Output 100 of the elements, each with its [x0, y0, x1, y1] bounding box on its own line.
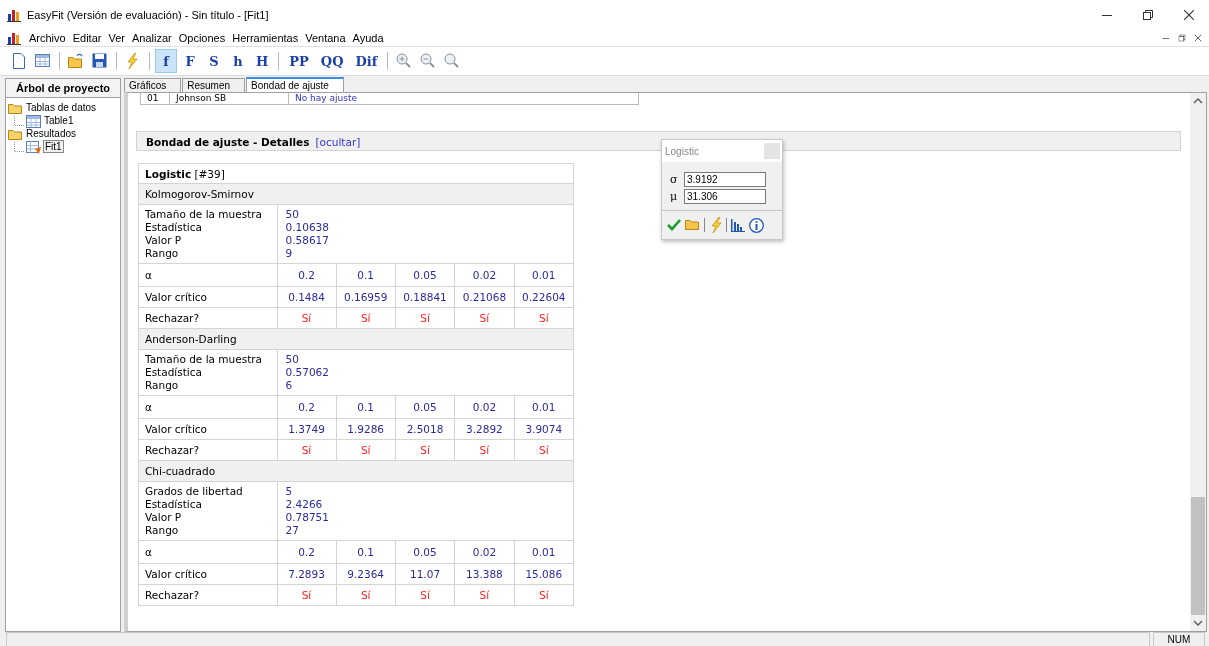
section-title: Bondad de ajuste - Detalles — [146, 136, 310, 148]
tab[interactable]: Bondad de ajuste — [246, 77, 344, 92]
hide-link[interactable]: [ocultar] — [315, 136, 361, 148]
table-cell: Sí — [514, 307, 574, 329]
tree-item[interactable]: Fit1 — [43, 140, 64, 153]
stat-value: 50 — [285, 353, 300, 366]
toolbar-button[interactable]: PP — [284, 49, 314, 73]
table-cell: 2.5018 — [395, 418, 455, 440]
menu-item[interactable]: Ventana — [305, 32, 346, 44]
stat-value: 9 — [285, 247, 294, 260]
table-cell: 9.2364 — [336, 563, 396, 585]
zoom-icon[interactable] — [444, 53, 461, 69]
stat-label: Valor P — [145, 511, 183, 524]
app-logo-icon — [7, 8, 21, 22]
table-cell: 0.05 — [395, 263, 455, 287]
toolbar-button[interactable]: H — [251, 49, 274, 73]
table-cell: 0.02 — [454, 263, 515, 287]
table-cell: 0.05 — [395, 395, 455, 419]
table-cell: 0.22604 — [514, 286, 574, 308]
close-icon[interactable] — [1183, 10, 1194, 20]
open-folder-icon[interactable] — [68, 53, 84, 69]
scroll-up-icon[interactable] — [1193, 97, 1203, 105]
table-cell: Valor crítico — [138, 563, 277, 585]
stat-value: 0.58617 — [285, 234, 330, 247]
dialog-title: Logistic — [665, 145, 699, 157]
table-cell: Sí — [336, 439, 396, 461]
folder-icon — [8, 127, 22, 140]
table-cell: α — [138, 395, 277, 419]
table-cell: Sí — [514, 584, 574, 606]
table-cell: 0.18841 — [395, 286, 455, 308]
toolbar-button[interactable]: f — [155, 49, 177, 73]
table-cell: 01 — [141, 93, 170, 104]
table-cell: 0.2 — [277, 263, 336, 287]
parameter-field[interactable]: 31.306 — [684, 189, 766, 204]
table-cell: Johnson SB — [170, 93, 289, 104]
menu-item[interactable]: Analizar — [131, 32, 172, 44]
stat-value: 50 — [285, 208, 300, 221]
table-cell: Sí — [277, 439, 336, 461]
stat-label: Rango — [145, 247, 180, 260]
zoom-out-icon[interactable] — [420, 53, 437, 69]
save-icon[interactable] — [92, 53, 108, 69]
table-cell: 0.1 — [336, 540, 396, 564]
menu-item[interactable]: Ayuda — [352, 32, 384, 44]
info-icon[interactable] — [749, 217, 764, 233]
table-cell: Valor crítico — [138, 286, 277, 308]
toolbar-button[interactable]: QQ — [315, 49, 349, 73]
sidebar-title: Árbol de proyecto — [6, 79, 120, 98]
table-cell: 0.02 — [454, 395, 515, 419]
folder-icon — [8, 101, 22, 114]
toolbar-button[interactable]: h — [227, 49, 249, 73]
stat-label: Estadística — [145, 498, 203, 511]
table-cell: Rechazar? — [138, 439, 277, 461]
menu-item[interactable]: Herramientas — [232, 32, 299, 44]
toolbar-button[interactable]: S — [203, 49, 225, 73]
tree-item[interactable]: Tablas de datos — [25, 102, 98, 113]
table-cell: Sí — [514, 439, 574, 461]
table-cell: 0.1 — [336, 263, 396, 287]
zoom-in-icon[interactable] — [396, 53, 413, 69]
table-cell: 1.3749 — [277, 418, 336, 440]
table-cell: Sí — [395, 307, 455, 329]
tab[interactable]: Resumen — [182, 78, 246, 92]
stat-value: 5 — [285, 485, 294, 498]
window-title: EasyFit (Versión de evaluación) - Sin título - [Fit1] — [27, 9, 269, 21]
table-cell: Rechazar? — [138, 307, 277, 329]
table-cell: Sí — [454, 307, 515, 329]
scrollbar[interactable] — [1190, 93, 1206, 631]
menu-item[interactable]: Editar — [72, 32, 102, 44]
stat-label: Estadística — [145, 221, 203, 234]
table-cell-text: No hay ajuste — [294, 93, 358, 104]
tree-item[interactable]: Table1 — [43, 115, 75, 126]
menu-item[interactable]: Opciones — [178, 32, 226, 44]
scroll-thumb[interactable] — [1191, 497, 1205, 615]
checkmark-icon[interactable] — [667, 218, 681, 232]
table-icon[interactable] — [35, 53, 51, 69]
toolbar-button[interactable]: F — [179, 49, 201, 73]
tree-branch-icon — [14, 115, 24, 126]
table-cell: 7.2893 — [277, 563, 336, 585]
app-logo-icon — [7, 31, 21, 45]
stat-label: Rango — [145, 524, 180, 537]
table-cell: Rechazar? — [138, 584, 277, 606]
folder-icon[interactable] — [685, 218, 700, 232]
table-title: Logistic [#39] — [138, 163, 574, 184]
table-cell: Sí — [336, 307, 396, 329]
tab[interactable]: Gráficos — [124, 78, 182, 92]
tree-item[interactable]: Resultados — [25, 128, 78, 139]
table-cell: 0.16959 — [336, 286, 396, 308]
table-cell: 0.01 — [514, 395, 574, 419]
menu-item[interactable]: Ver — [108, 32, 125, 44]
stat-value: 2.4266 — [285, 498, 324, 511]
toolbar-button[interactable]: Dif — [350, 49, 383, 73]
restore-icon[interactable] — [1142, 10, 1153, 20]
scroll-down-icon[interactable] — [1193, 619, 1203, 627]
table-cell: 0.01 — [514, 263, 574, 287]
table-cell: α — [138, 540, 277, 564]
table-cell: 0.1 — [336, 395, 396, 419]
parameter-field[interactable]: 3.9192 — [684, 172, 766, 187]
new-document-icon[interactable] — [11, 53, 27, 69]
bar-chart-icon[interactable] — [731, 218, 745, 232]
stat-value: 0.10638 — [285, 221, 330, 234]
menu-item[interactable]: Archivo — [29, 32, 66, 44]
